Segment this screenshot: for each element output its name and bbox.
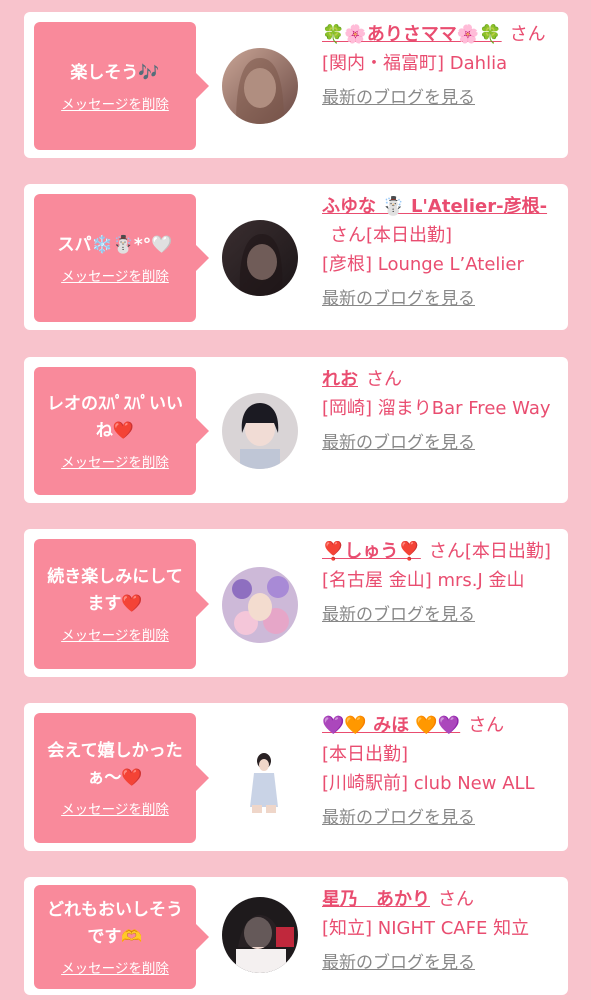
cast-name-link[interactable]: ふゆな ☃️ L'Atelier-彦根-	[322, 196, 547, 217]
message-bubble: どれもおいしそう です🫶 メッセージを削除	[34, 885, 209, 989]
avatar[interactable]	[222, 220, 298, 296]
message-card: どれもおいしそう です🫶 メッセージを削除 星乃 あかり さん [知立] NIGHT…	[24, 877, 568, 995]
cast-info: 星乃 あかり さん [知立] NIGHT CAFE 知立 最新のブログを見る	[322, 885, 558, 978]
avatar[interactable]	[222, 741, 298, 817]
message-bubble: 楽しそう🎶 メッセージを削除	[34, 22, 209, 150]
message-text: レオのｽﾊﾟｽﾊﾟいい ね❤️	[47, 394, 183, 441]
shop-name: [名古屋 金山] mrs.J 金山	[322, 570, 525, 591]
message-card: レオのｽﾊﾟｽﾊﾟいい ね❤️ メッセージを削除 れお さん [岡崎] 溜まりBar…	[24, 357, 568, 503]
cast-info: ❣️しゅう❣️ さん[本日出勤] [名古屋 金山] mrs.J 金山 最新のブログ…	[322, 537, 558, 630]
shop-name: [岡崎] 溜まりBar Free Way	[322, 398, 551, 419]
delete-message-button[interactable]: メッセージを削除	[61, 93, 169, 113]
avatar[interactable]	[222, 393, 298, 469]
message-card: 会えて嬉しかった ぁ〜❤️ メッセージを削除 💜🧡 みほ 🧡💜 さん [本日出勤] …	[24, 703, 568, 851]
avatar[interactable]	[222, 48, 298, 124]
honorific: さん	[330, 225, 366, 246]
cast-info: ふゆな ☃️ L'Atelier-彦根- さん[本日出勤] [彦根] Lounge…	[322, 192, 558, 314]
avatar[interactable]	[222, 567, 298, 643]
message-text: 会えて嬉しかった ぁ〜❤️	[47, 741, 183, 788]
message-text: 続き楽しみにして ます❤️	[47, 567, 183, 614]
message-list: 楽しそう🎶 メッセージを削除 🍀🌸ありさママ🌸🍀 さん [関内・福富町] Dahl…	[0, 0, 591, 1000]
latest-blog-link[interactable]: 最新のブログを見る	[322, 949, 475, 978]
delete-message-button[interactable]: メッセージを削除	[61, 451, 169, 471]
message-text: スパ❄️☃️*°🤍	[57, 234, 173, 255]
honorific: さん	[438, 889, 474, 910]
latest-blog-link[interactable]: 最新のブログを見る	[322, 285, 475, 314]
cast-name-link[interactable]: 🍀🌸ありさママ🌸🍀	[322, 24, 502, 45]
shop-name: [彦根] Lounge L’Atelier	[322, 254, 524, 275]
cast-info: 💜🧡 みほ 🧡💜 さん [本日出勤] [川崎駅前] club New ALL 最新…	[322, 711, 558, 833]
honorific: さん	[366, 369, 402, 390]
cast-info: 🍀🌸ありさママ🌸🍀 さん [関内・福富町] Dahlia 最新のブログを見る	[322, 20, 558, 113]
status-badge: [本日出勤]	[322, 744, 409, 765]
message-bubble: 会えて嬉しかった ぁ〜❤️ メッセージを削除	[34, 713, 209, 843]
delete-message-button[interactable]: メッセージを削除	[61, 624, 169, 644]
cast-info: れお さん [岡崎] 溜まりBar Free Way 最新のブログを見る	[322, 365, 558, 458]
delete-message-button[interactable]: メッセージを削除	[61, 265, 169, 285]
cast-name-link[interactable]: れお	[322, 369, 358, 390]
message-text: どれもおいしそう です🫶	[47, 900, 183, 947]
message-card: 続き楽しみにして ます❤️ メッセージを削除 ❣️しゅう❣️ さん[本日出勤] [名…	[24, 529, 568, 677]
latest-blog-link[interactable]: 最新のブログを見る	[322, 429, 475, 458]
shop-name: [関内・福富町] Dahlia	[322, 53, 508, 74]
honorific: さん	[428, 541, 465, 562]
cast-name-link[interactable]: ❣️しゅう❣️	[322, 541, 421, 562]
latest-blog-link[interactable]: 最新のブログを見る	[322, 601, 475, 630]
latest-blog-link[interactable]: 最新のブログを見る	[322, 84, 475, 113]
avatar[interactable]	[222, 897, 298, 973]
message-card: 楽しそう🎶 メッセージを削除 🍀🌸ありさママ🌸🍀 さん [関内・福富町] Dahl…	[24, 12, 568, 158]
cast-name-link[interactable]: 💜🧡 みほ 🧡💜	[322, 715, 460, 736]
cast-name-link[interactable]: 星乃 あかり	[322, 889, 430, 910]
message-text: 楽しそう🎶	[70, 62, 160, 83]
shop-name: [知立] NIGHT CAFE 知立	[322, 918, 530, 939]
message-card: スパ❄️☃️*°🤍 メッセージを削除 ふゆな ☃️ L'Atelier-彦根- さ…	[24, 184, 568, 330]
delete-message-button[interactable]: メッセージを削除	[61, 798, 169, 818]
honorific: さん	[468, 715, 505, 736]
status-badge: [本日出勤]	[464, 541, 551, 562]
message-bubble: 続き楽しみにして ます❤️ メッセージを削除	[34, 539, 209, 669]
shop-name: [川崎駅前] club New ALL	[322, 773, 535, 794]
honorific: さん	[509, 24, 546, 45]
status-badge: [本日出勤]	[366, 225, 453, 246]
delete-message-button[interactable]: メッセージを削除	[61, 957, 169, 977]
message-bubble: レオのｽﾊﾟｽﾊﾟいい ね❤️ メッセージを削除	[34, 367, 209, 495]
message-bubble: スパ❄️☃️*°🤍 メッセージを削除	[34, 194, 209, 322]
latest-blog-link[interactable]: 最新のブログを見る	[322, 804, 475, 833]
